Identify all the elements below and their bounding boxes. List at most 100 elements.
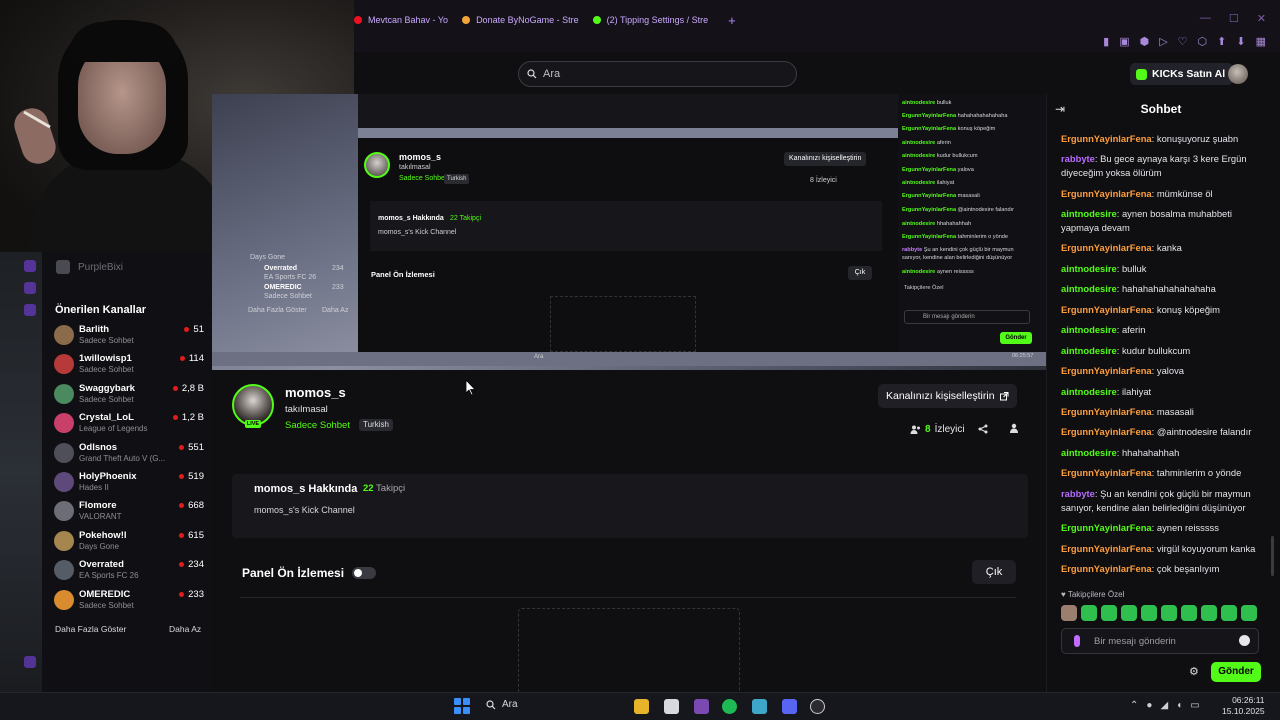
chat-username[interactable]: aintnodesire: [1061, 263, 1117, 274]
app-icon[interactable]: [752, 699, 767, 714]
close-button[interactable]: ✕: [1257, 12, 1266, 25]
chat-username[interactable]: aintnodesire: [1061, 324, 1117, 335]
chat-username[interactable]: ErgunnYayinlarFena: [1061, 522, 1152, 533]
chat-username[interactable]: aintnodesire: [1061, 345, 1117, 356]
pin-icon[interactable]: ▮: [1103, 35, 1109, 48]
emoji-icon[interactable]: [1239, 635, 1250, 646]
emote[interactable]: [1101, 605, 1117, 621]
chat-username[interactable]: ErgunnYayinlarFena: [1061, 242, 1152, 253]
channel-item[interactable]: Odlsnos Grand Theft Auto V (G... 551: [54, 440, 204, 469]
chat-username[interactable]: ErgunnYayinlarFena: [1061, 365, 1152, 376]
sidebar-top-channel[interactable]: PurpleBixi: [56, 260, 123, 274]
minimize-button[interactable]: —: [1200, 12, 1211, 25]
microphone-icon[interactable]: [1074, 635, 1080, 647]
channel-item[interactable]: Barlith Sadece Sohbet 51: [54, 322, 204, 351]
chat-username[interactable]: ErgunnYayinlarFena: [1061, 467, 1152, 478]
chat-username[interactable]: rabbyte: [1061, 488, 1095, 499]
menu-icon[interactable]: ▦: [1256, 35, 1266, 48]
gear-icon[interactable]: ⚙: [1189, 665, 1199, 678]
send-button[interactable]: Gönder: [1211, 662, 1261, 682]
chat-username[interactable]: ErgunnYayinlarFena: [1061, 543, 1152, 554]
heart-icon[interactable]: ♡: [1178, 35, 1188, 48]
emote[interactable]: [1241, 605, 1257, 621]
chat-username[interactable]: aintnodesire: [1061, 208, 1117, 219]
chat-username[interactable]: aintnodesire: [1061, 447, 1117, 458]
chat-username[interactable]: ErgunnYayinlarFena: [1061, 563, 1152, 574]
customize-channel-button[interactable]: Kanalınızı kişiselleştirin: [878, 384, 1017, 408]
emote[interactable]: [1061, 605, 1077, 621]
language-tag[interactable]: Turkish: [359, 419, 393, 431]
tab-tipping-settings[interactable]: (2) Tipping Settings / Stre: [592, 15, 709, 25]
maximize-button[interactable]: ☐: [1229, 12, 1239, 25]
screenshot-icon[interactable]: ▣: [1119, 35, 1129, 48]
microphone-icon[interactable]: ●: [1146, 700, 1152, 711]
obs-icon[interactable]: [810, 699, 825, 714]
chat-username[interactable]: rabbyte: [1061, 153, 1095, 164]
download-icon[interactable]: ⬇: [1236, 35, 1245, 48]
stream-preview[interactable]: momos_s takılmasal Sadece Sohbet Turkish…: [212, 94, 1046, 370]
spotify-icon[interactable]: [722, 699, 737, 714]
sidebar-following-icon[interactable]: [24, 304, 36, 316]
preview-sidebar-count: Daha Az: [322, 307, 349, 314]
chat-scrollbar[interactable]: [1271, 536, 1274, 576]
emote[interactable]: [1121, 605, 1137, 621]
chat-username[interactable]: ErgunnYayinlarFena: [1061, 188, 1152, 199]
battery-icon[interactable]: ▭: [1190, 700, 1199, 711]
extension-icon[interactable]: ⬢: [1140, 35, 1150, 48]
user-settings-icon[interactable]: [1010, 423, 1020, 436]
windows-start-icon[interactable]: [454, 698, 470, 714]
sidebar-bottom-icon[interactable]: [24, 656, 36, 668]
channel-item[interactable]: Crystal_LoL League of Legends 1,2 B: [54, 410, 204, 439]
buy-kicks-button[interactable]: KICKs Satın Al: [1130, 63, 1234, 85]
emote[interactable]: [1161, 605, 1177, 621]
chat-input[interactable]: Bir mesajı gönderin: [1061, 628, 1259, 654]
emote[interactable]: [1141, 605, 1157, 621]
emote[interactable]: [1221, 605, 1237, 621]
tab-donate[interactable]: Donate ByNoGame - Stre: [462, 15, 579, 25]
emote[interactable]: [1081, 605, 1097, 621]
show-more-button[interactable]: Daha Fazla Göster: [55, 624, 126, 634]
volume-icon[interactable]: ◖: [1176, 700, 1182, 711]
play-icon[interactable]: ▷: [1159, 35, 1167, 48]
channel-item[interactable]: Flomore VALORANT 668: [54, 498, 204, 527]
discord-icon[interactable]: [782, 699, 797, 714]
channel-item[interactable]: Overrated EA Sports FC 26 234: [54, 557, 204, 586]
app-icon[interactable]: [664, 699, 679, 714]
search-input[interactable]: Ara: [518, 61, 797, 87]
user-avatar[interactable]: [1228, 64, 1248, 84]
channel-item[interactable]: OMEREDIC Sadece Sohbet 233: [54, 587, 204, 616]
channel-item[interactable]: 1willowisp1 Sadece Sohbet 114: [54, 351, 204, 380]
emote[interactable]: [1201, 605, 1217, 621]
chat-username[interactable]: ErgunnYayinlarFena: [1061, 426, 1152, 437]
channel-item[interactable]: Swaggybark Sadece Sohbet 2,8 B: [54, 381, 204, 410]
emote[interactable]: [1181, 605, 1197, 621]
clock[interactable]: 06:26:11 15.10.2025: [1222, 695, 1265, 717]
chevron-up-icon[interactable]: ⌃: [1130, 700, 1138, 711]
sidebar-home-icon[interactable]: [24, 260, 36, 272]
taskbar-search[interactable]: Ara: [486, 699, 518, 710]
add-panel-area[interactable]: [518, 608, 740, 692]
sidebar-browse-icon[interactable]: [24, 282, 36, 294]
chat-username[interactable]: aintnodesire: [1061, 386, 1117, 397]
chat-username[interactable]: ErgunnYayinlarFena: [1061, 133, 1152, 144]
exit-button[interactable]: Çık: [972, 560, 1016, 584]
network-icon[interactable]: ◢: [1160, 700, 1168, 711]
puzzle-icon[interactable]: ⬡: [1198, 35, 1208, 48]
share-icon[interactable]: ⬆: [1217, 35, 1226, 48]
file-explorer-icon[interactable]: [634, 699, 649, 714]
channel-item[interactable]: Pokehow!l Days Gone 615: [54, 528, 204, 557]
panel-preview-toggle[interactable]: [352, 567, 376, 579]
chat-username[interactable]: ErgunnYayinlarFena: [1061, 406, 1152, 417]
channel-item[interactable]: HolyPhoenix Hades II 519: [54, 469, 204, 498]
show-less-button[interactable]: Daha Az: [169, 624, 201, 634]
channel-name[interactable]: momos_s: [285, 385, 346, 400]
share-icon[interactable]: [978, 424, 988, 437]
stream-category[interactable]: Sadece Sohbet: [285, 420, 350, 431]
app-icon[interactable]: [694, 699, 709, 714]
panel-preview-title: Panel Ön İzlemesi: [242, 566, 345, 580]
new-tab-button[interactable]: +: [728, 13, 736, 28]
tab-label: (2) Tipping Settings / Stre: [606, 15, 709, 25]
tab-youtube[interactable]: Mevtcan Bahav - Yo: [354, 15, 448, 25]
chat-username[interactable]: ErgunnYayinlarFena: [1061, 304, 1152, 315]
chat-username[interactable]: aintnodesire: [1061, 283, 1117, 294]
